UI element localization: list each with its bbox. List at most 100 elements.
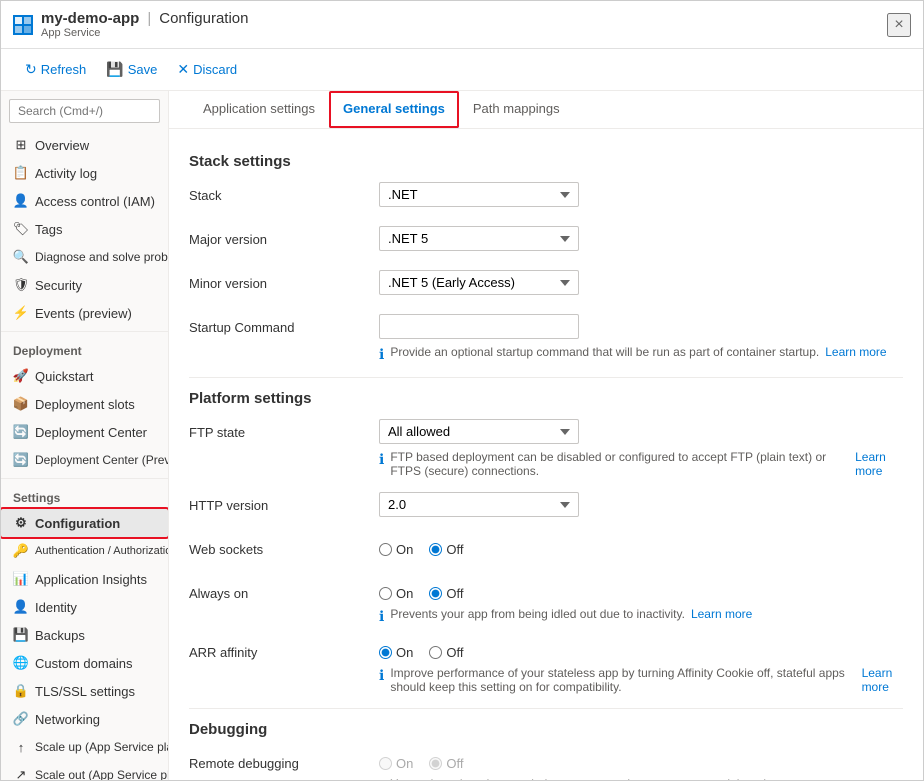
- sidebar-item-overview[interactable]: ⊞ Overview: [1, 131, 168, 159]
- remote-debugging-info-text: Your selected runtime stack does not cur…: [390, 777, 782, 780]
- tab-application-settings[interactable]: Application settings: [189, 91, 329, 128]
- always-on-row: Always on On Off: [189, 580, 903, 625]
- always-on-label: Always on: [189, 580, 379, 601]
- tab-path-mappings[interactable]: Path mappings: [459, 91, 574, 128]
- sidebar-item-label: Identity: [35, 600, 77, 615]
- sidebar-item-activity-log[interactable]: 📋 Activity log: [1, 159, 168, 187]
- sidebar-item-security[interactable]: 🛡 Security: [1, 271, 168, 299]
- sidebar-item-access-control[interactable]: 👤 Access control (IAM): [1, 187, 168, 215]
- sidebar-item-quickstart[interactable]: 🚀 Quickstart: [1, 362, 168, 390]
- minor-version-row: Minor version .NET 5 (Early Access): [189, 270, 903, 300]
- sidebar-item-networking[interactable]: 🔗 Networking: [1, 705, 168, 733]
- web-sockets-off-label: Off: [446, 542, 463, 557]
- close-button[interactable]: ×: [887, 13, 911, 37]
- search-input[interactable]: [9, 99, 160, 123]
- sidebar-item-label: Quickstart: [35, 369, 94, 384]
- ftp-state-control: All allowed FTPS Only Disabled ℹ FTP bas…: [379, 419, 903, 478]
- discard-button[interactable]: ✕ Discard: [169, 57, 245, 82]
- major-version-select[interactable]: .NET 5 .NET Core 3.1: [379, 226, 579, 251]
- remote-debugging-label: Remote debugging: [189, 750, 379, 771]
- startup-command-input[interactable]: [379, 314, 579, 339]
- sidebar-item-app-insights[interactable]: 📊 Application Insights: [1, 565, 168, 593]
- sidebar-item-scale-out[interactable]: ↗ Scale out (App Service plan): [1, 761, 168, 780]
- activity-log-icon: 📋: [13, 165, 29, 181]
- deployment-section-title: Deployment: [1, 336, 168, 362]
- sidebar-item-custom-domains[interactable]: 🌐 Custom domains: [1, 649, 168, 677]
- info-icon: ℹ: [379, 346, 384, 363]
- arr-affinity-on-radio[interactable]: [379, 646, 392, 659]
- app-name: my-demo-app: [41, 10, 139, 27]
- sidebar-item-scale-up[interactable]: ↑ Scale up (App Service plan): [1, 733, 168, 761]
- web-sockets-row: Web sockets On Off: [189, 536, 903, 566]
- startup-command-info: ℹ Provide an optional startup command th…: [379, 345, 903, 363]
- remote-debugging-control: On Off ℹ Your selected runtime stack doe…: [379, 750, 903, 780]
- remote-debugging-on-option[interactable]: On: [379, 756, 413, 771]
- minor-version-select[interactable]: .NET 5 (Early Access): [379, 270, 579, 295]
- sidebar-item-deployment-slots[interactable]: 📦 Deployment slots: [1, 390, 168, 418]
- remote-debugging-radio-group: On Off: [379, 750, 903, 771]
- arr-learn-more-link[interactable]: Learn more: [862, 666, 903, 694]
- content-area: Application settings General settings Pa…: [169, 91, 923, 780]
- tls-ssl-icon: 🔒: [13, 683, 29, 699]
- startup-learn-more-link[interactable]: Learn more: [825, 345, 886, 359]
- sidebar-item-label: Custom domains: [35, 656, 133, 671]
- startup-command-row: Startup Command ℹ Provide an optional st…: [189, 314, 903, 363]
- always-on-off-radio[interactable]: [429, 587, 442, 600]
- always-on-on-option[interactable]: On: [379, 586, 413, 601]
- sidebar-item-identity[interactable]: 👤 Identity: [1, 593, 168, 621]
- arr-affinity-off-radio[interactable]: [429, 646, 442, 659]
- arr-affinity-off-option[interactable]: Off: [429, 645, 463, 660]
- sidebar-item-label: Overview: [35, 138, 89, 153]
- save-button[interactable]: 💾 Save: [98, 57, 165, 82]
- http-version-row: HTTP version 2.0 1.1: [189, 492, 903, 522]
- web-sockets-off-option[interactable]: Off: [429, 542, 463, 557]
- remote-debugging-on-radio: [379, 757, 392, 770]
- sidebar-item-diagnose[interactable]: 🔍 Diagnose and solve problems: [1, 243, 168, 271]
- sidebar-item-configuration[interactable]: ⚙ Configuration: [1, 509, 168, 537]
- settings-section-title: Settings: [1, 483, 168, 509]
- sidebar-item-deployment-center-preview[interactable]: 🔄 Deployment Center (Preview): [1, 446, 168, 474]
- web-sockets-on-radio[interactable]: [379, 543, 392, 556]
- sidebar-item-auth[interactable]: 🔑 Authentication / Authorization: [1, 537, 168, 565]
- identity-icon: 👤: [13, 599, 29, 615]
- tab-general-settings[interactable]: General settings: [329, 91, 459, 128]
- service-label: App Service: [41, 27, 887, 39]
- sidebar-item-label: TLS/SSL settings: [35, 684, 135, 699]
- events-icon: ⚡: [13, 305, 29, 321]
- discard-icon: ✕: [177, 61, 189, 78]
- sidebar-item-deployment-center[interactable]: 🔄 Deployment Center: [1, 418, 168, 446]
- always-on-info-text: Prevents your app from being idled out d…: [390, 607, 685, 621]
- arr-affinity-off-label: Off: [446, 645, 463, 660]
- sidebar-item-label: Events (preview): [35, 306, 132, 321]
- sidebar-item-tls-ssl[interactable]: 🔒 TLS/SSL settings: [1, 677, 168, 705]
- ftp-learn-more-link[interactable]: Learn more: [855, 450, 903, 478]
- ftp-state-select[interactable]: All allowed FTPS Only Disabled: [379, 419, 579, 444]
- debugging-divider: [189, 708, 903, 709]
- http-version-select[interactable]: 2.0 1.1: [379, 492, 579, 517]
- sidebar-item-label: Access control (IAM): [35, 194, 155, 209]
- arr-affinity-on-option[interactable]: On: [379, 645, 413, 660]
- always-on-on-radio[interactable]: [379, 587, 392, 600]
- web-sockets-on-option[interactable]: On: [379, 542, 413, 557]
- arr-affinity-info-text: Improve performance of your stateless ap…: [390, 666, 855, 694]
- web-sockets-off-radio[interactable]: [429, 543, 442, 556]
- refresh-label: Refresh: [41, 62, 87, 77]
- sidebar-item-label: Tags: [35, 222, 62, 237]
- always-on-learn-more-link[interactable]: Learn more: [691, 607, 752, 621]
- sidebar-item-label: Scale up (App Service plan): [35, 740, 169, 754]
- remote-debugging-off-option[interactable]: Off: [429, 756, 463, 771]
- sidebar-search-container: [1, 91, 168, 131]
- ftp-info-text: FTP based deployment can be disabled or …: [390, 450, 849, 478]
- sidebar-item-tags[interactable]: 🏷 Tags: [1, 215, 168, 243]
- sidebar-item-label: Activity log: [35, 166, 97, 181]
- page-title: Configuration: [159, 10, 248, 27]
- major-version-label: Major version: [189, 226, 379, 247]
- refresh-button[interactable]: ↻ Refresh: [17, 57, 94, 82]
- debugging-title: Debugging: [189, 721, 903, 738]
- sidebar-item-events[interactable]: ⚡ Events (preview): [1, 299, 168, 327]
- always-on-off-option[interactable]: Off: [429, 586, 463, 601]
- sidebar-item-label: Diagnose and solve problems: [35, 250, 169, 264]
- sidebar-item-backups[interactable]: 💾 Backups: [1, 621, 168, 649]
- stack-select[interactable]: .NET Java Node: [379, 182, 579, 207]
- info-icon: ℹ: [379, 667, 384, 684]
